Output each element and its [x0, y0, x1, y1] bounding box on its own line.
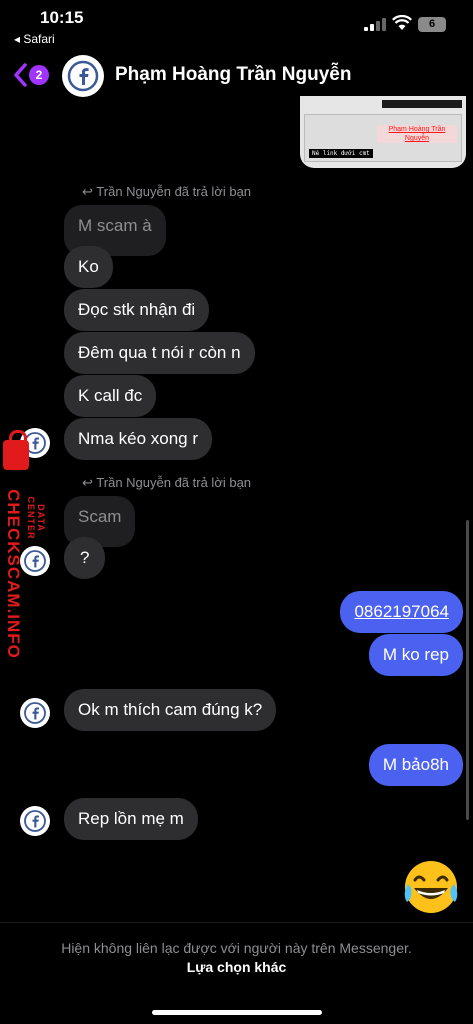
incoming-message[interactable]: Ok m thích cam đúng k? [64, 689, 277, 731]
incoming-message[interactable]: Đọc stk nhận đi [64, 289, 210, 331]
incoming-message[interactable]: Nma kéo xong r [64, 418, 212, 460]
battery-indicator: 6 [418, 17, 446, 32]
story-content: Phạm Hoàng Trần Nguyễn Né link dưới cmt [304, 114, 462, 162]
outgoing-message[interactable]: M ko rep [368, 634, 463, 676]
shared-story-preview[interactable]: Phạm Hoàng Trần Nguyễn Né link dưới cmt [300, 96, 466, 168]
incoming-message[interactable]: Ko [64, 246, 113, 288]
story-caption: Né link dưới cmt [309, 149, 373, 158]
unavailable-notice: Hiện không liên lạc được với người này t… [61, 940, 412, 956]
contact-name[interactable]: Phạm Hoàng Trần Nguyễn [115, 64, 351, 86]
footer-divider [0, 922, 473, 923]
messenger-chat-screen: 10:15 ◂ Safari 6 2 Phạm Hoàng Trần Nguyễ… [0, 0, 473, 1024]
outgoing-phone-link[interactable]: 0862197064 [340, 591, 463, 633]
incoming-message[interactable]: Đêm qua t nói r còn n [64, 332, 255, 374]
watermark-lock-icon [3, 430, 29, 470]
reply-indicator: ↩ Trần Nguyễn đã trả lời bạn [82, 184, 251, 200]
reply-arrow-icon: ↩ [82, 184, 93, 199]
incoming-message[interactable]: K call đc [64, 375, 157, 417]
contact-avatar[interactable] [62, 55, 104, 97]
other-options-button[interactable]: Lựa chọn khác [0, 959, 473, 975]
reply-arrow-icon: ↩ [82, 475, 93, 490]
wifi-icon [392, 15, 412, 30]
watermark-brand: CHECKSCAM.INFO [4, 489, 23, 659]
status-time: 10:15 [40, 8, 84, 27]
incoming-message[interactable]: Rep lồn mẹ m [64, 798, 198, 840]
reply-label-text: Trần Nguyễn đã trả lời bạn [96, 184, 252, 199]
laughing-emoji-icon[interactable] [402, 858, 460, 916]
back-chevron-icon[interactable] [12, 62, 28, 88]
scrollbar[interactable] [466, 520, 469, 820]
home-indicator[interactable] [152, 1010, 322, 1015]
outgoing-message[interactable]: M bảo8h [368, 744, 463, 786]
incoming-message[interactable]: ? [64, 537, 106, 579]
reply-indicator: ↩ Trần Nguyễn đã trả lời bạn [82, 475, 251, 491]
reply-label-text: Trần Nguyễn đã trả lời bạn [96, 475, 252, 490]
sender-avatar[interactable] [20, 546, 50, 576]
watermark-subtitle: DATA CENTER [26, 496, 46, 540]
signal-icon [364, 18, 386, 31]
sender-avatar[interactable] [20, 698, 50, 728]
unread-count-badge[interactable]: 2 [29, 65, 49, 85]
back-to-safari-link[interactable]: ◂ Safari [14, 32, 55, 46]
sender-avatar[interactable] [20, 806, 50, 836]
story-name-tag: Phạm Hoàng Trần Nguyễn [377, 125, 457, 143]
story-top-bar [382, 100, 462, 108]
